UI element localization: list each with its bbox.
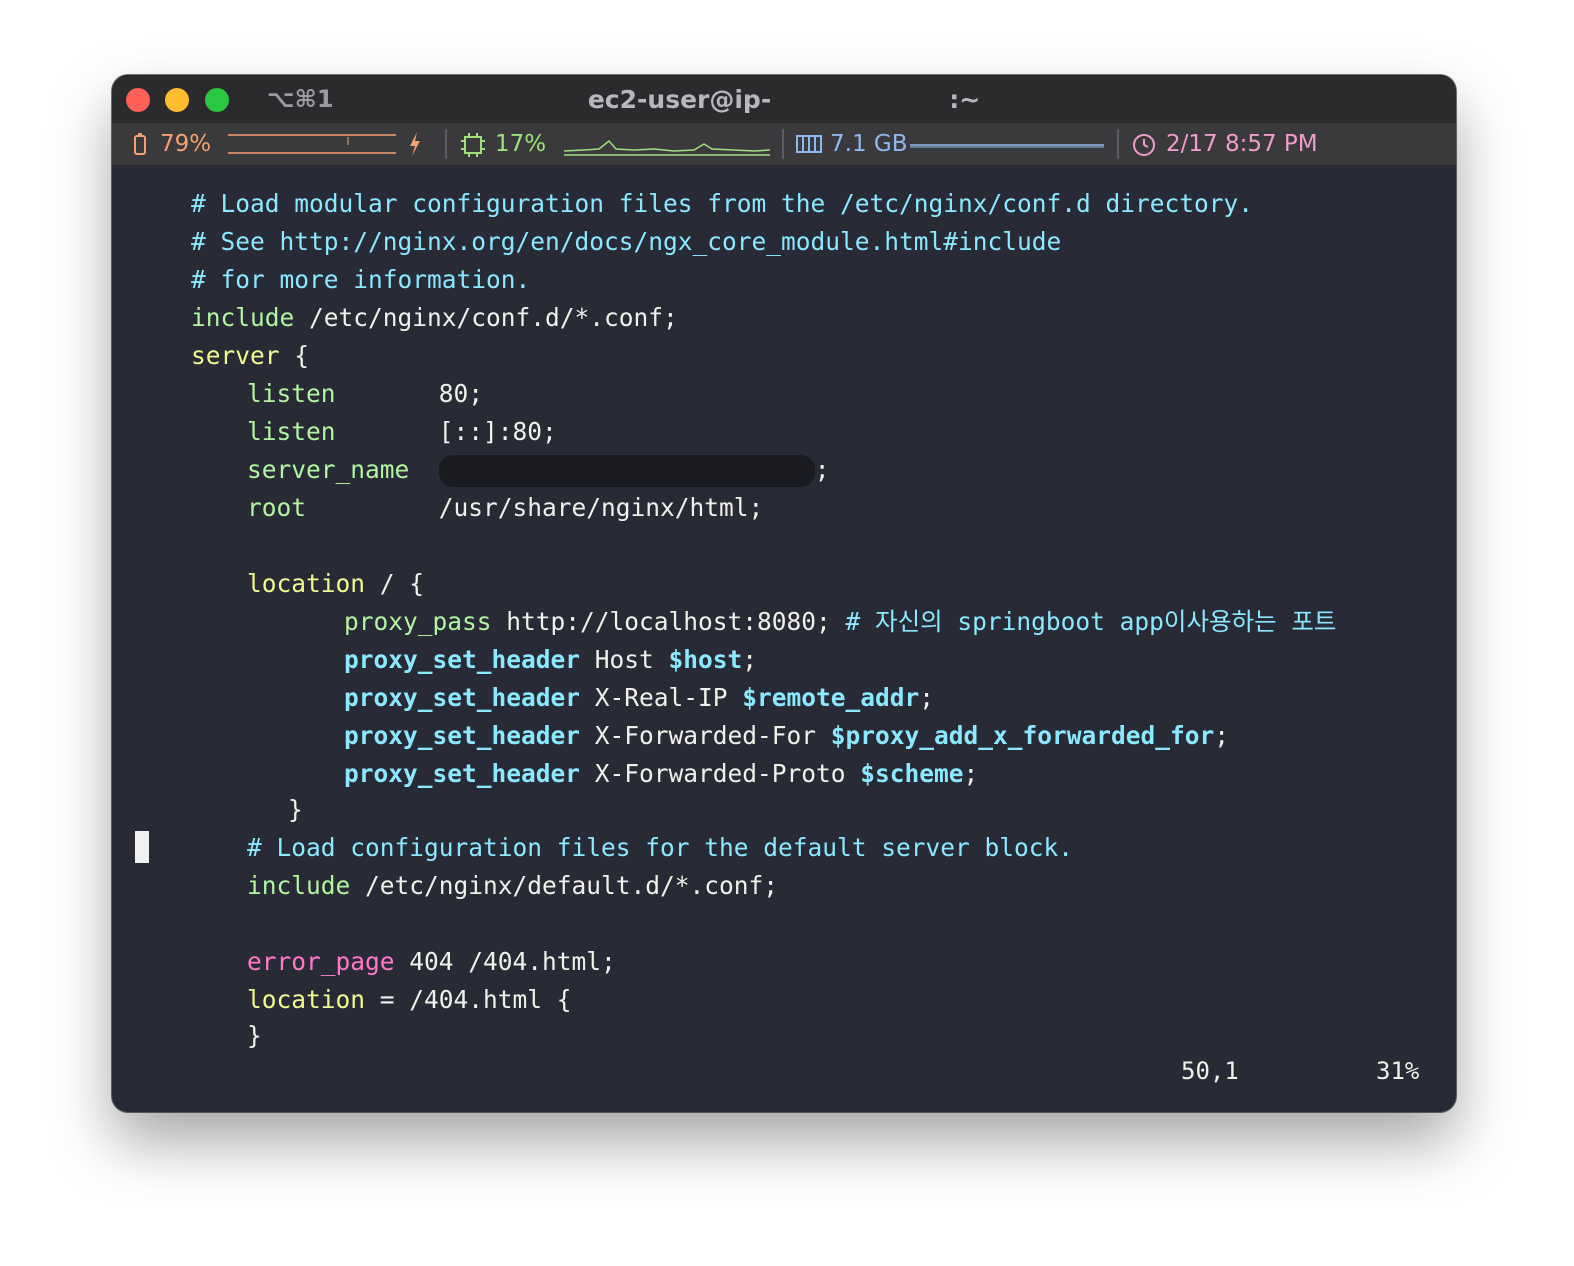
battery-percent: 79% — [160, 131, 212, 157]
code-line: } — [247, 1021, 262, 1050]
code-line: error_page 404 /404.html; — [247, 947, 616, 976]
code-line: # Load modular configuration files from … — [191, 189, 1254, 218]
cpu-graph — [564, 139, 771, 156]
text-cursor — [135, 831, 149, 863]
cpu-icon — [461, 133, 485, 157]
battery-graph — [228, 134, 396, 154]
code-line: proxy_set_header X-Real-IP $remote_addr; — [344, 683, 935, 712]
title-prefix: ec2-user@ip- — [587, 85, 772, 114]
title-bar: ⌥⌘1 ec2-user@ip-:~ — [112, 75, 1456, 123]
code-line: server { — [191, 341, 310, 370]
code-line: location = /404.html { — [247, 985, 572, 1014]
code-line: include /etc/nginx/conf.d/*.conf; — [191, 303, 678, 332]
code-line: proxy_set_header Host $host; — [344, 645, 758, 674]
terminal-window: ⌥⌘1 ec2-user@ip-:~ 79% 17% 7.1 GB 2/17 … — [112, 75, 1456, 1112]
code-line: listen [::]:80; — [247, 417, 557, 446]
date-time: 2/17 8:57 PM — [1166, 131, 1318, 157]
code-line: location / { — [247, 569, 425, 598]
redacted-server-name — [438, 455, 815, 487]
charging-icon — [410, 132, 420, 156]
memory-icon — [796, 135, 822, 153]
code-line: proxy_set_header X-Forwarded-For $proxy_… — [344, 721, 1230, 750]
separator — [1117, 129, 1119, 159]
code-line: listen 80; — [247, 379, 484, 408]
redacted-host — [771, 88, 950, 114]
code-line: include /etc/nginx/default.d/*.conf; — [247, 871, 779, 900]
battery-icon — [134, 133, 146, 155]
scroll-percent: 31% — [1376, 1057, 1420, 1085]
code-line: server_name ; — [247, 455, 830, 487]
code-line: # for more information. — [191, 265, 531, 294]
code-line: # Load configuration files for the defau… — [247, 833, 1074, 862]
separator — [445, 129, 447, 159]
status-bar: 79% 17% 7.1 GB 2/17 8:57 PM — [112, 123, 1456, 165]
separator — [782, 129, 784, 159]
code-line: proxy_set_header X-Forwarded-Proto $sche… — [344, 759, 979, 788]
clock-icon — [1133, 134, 1155, 156]
code-line: root /usr/share/nginx/html; — [247, 493, 764, 522]
code-line: proxy_pass http://localhost:8080; # 자신의 … — [344, 607, 1337, 636]
title-suffix: :~ — [949, 85, 981, 114]
memory-usage: 7.1 GB — [830, 131, 908, 157]
code-line: # See http://nginx.org/en/docs/ngx_core_… — [191, 227, 1062, 256]
code-line: } — [288, 795, 303, 824]
vim-editor[interactable]: # Load modular configuration files from … — [112, 165, 1456, 1112]
cpu-percent: 17% — [495, 131, 547, 157]
window-title: ec2-user@ip- :~ — [112, 85, 1456, 114]
memory-graph — [910, 144, 1104, 148]
cursor-position: 50,1 — [1181, 1057, 1239, 1085]
